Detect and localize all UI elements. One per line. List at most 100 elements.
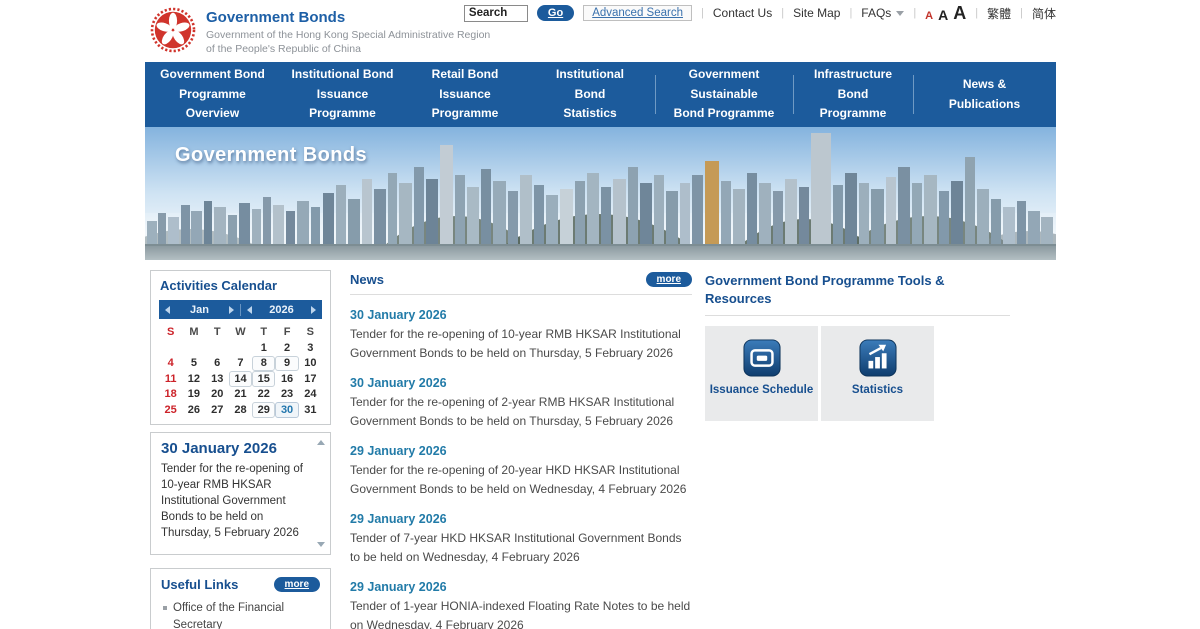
calendar-day-9[interactable]: 9 (275, 356, 298, 372)
weekday-label: W (229, 324, 252, 340)
calendar-day-empty (229, 340, 252, 356)
language-traditional-button[interactable]: 繁體 (987, 5, 1011, 22)
calendar-day-8[interactable]: 8 (252, 356, 275, 372)
news-item-date: 29 January 2026 (350, 444, 692, 458)
calendar-day-23[interactable]: 23 (275, 387, 298, 403)
scroll-up-icon[interactable] (317, 440, 325, 445)
news-item[interactable]: 29 January 2026Tender of 1-year HONIA-in… (350, 580, 692, 629)
calendar-day-27[interactable]: 27 (206, 402, 229, 418)
hero-title: Government Bonds (175, 144, 367, 167)
search-go-button[interactable]: Go (537, 5, 574, 21)
calendar-day-empty (182, 340, 205, 356)
site-subtitle-line2: of the People's Republic of China (206, 43, 490, 57)
nav-item-institutional-bond[interactable]: Institutional Bond Issuance Programme (280, 62, 405, 127)
tile-label: Statistics (852, 384, 903, 396)
calendar-day-25[interactable]: 25 (159, 402, 182, 418)
calendar-day-19[interactable]: 19 (182, 387, 205, 403)
useful-links-more-button[interactable]: more (274, 577, 320, 592)
calendar-day-29[interactable]: 29 (252, 402, 275, 418)
news-header: News more (350, 272, 692, 295)
useful-links-section: Useful Links more Office of the Financia… (150, 568, 331, 629)
language-links: 繁體|简体 (987, 5, 1056, 22)
calendar-day-16[interactable]: 16 (275, 371, 298, 387)
event-date: 30 January 2026 (161, 440, 314, 457)
search-input[interactable] (464, 5, 528, 22)
calendar-day-14[interactable]: 14 (229, 371, 252, 387)
header-links: Contact Us | Site Map | FAQs (713, 6, 904, 20)
calendar-day-13[interactable]: 13 (206, 371, 229, 387)
advanced-search-link[interactable]: Advanced Search (583, 5, 692, 21)
calendar-day-30[interactable]: 30 (275, 402, 298, 418)
header-link-site-map[interactable]: Site Map (793, 6, 840, 20)
calendar-grid: 1234567891011121314151617181920212223242… (159, 340, 322, 418)
useful-links-list: Office of the Financial Secretary (161, 600, 320, 629)
calendar-day-2[interactable]: 2 (275, 340, 298, 356)
useful-links-title: Useful Links (161, 577, 238, 592)
news-item[interactable]: 29 January 2026Tender for the re-opening… (350, 444, 692, 499)
calendar-day-11[interactable]: 11 (159, 371, 182, 387)
news-item[interactable]: 30 January 2026Tender for the re-opening… (350, 376, 692, 431)
nav-item-government[interactable]: Government Sustainable Bond Programme (655, 62, 793, 127)
calendar-day-28[interactable]: 28 (229, 402, 252, 418)
calendar-month: Jan (190, 304, 209, 316)
calendar-day-5[interactable]: 5 (182, 356, 205, 372)
calendar-day-15[interactable]: 15 (252, 371, 275, 387)
news-item-text: Tender of 1-year HONIA-indexed Floating … (350, 597, 692, 629)
nav-item-news[interactable]: News & Publications (913, 62, 1056, 127)
next-month-icon[interactable] (229, 306, 234, 314)
separator: | (781, 7, 784, 19)
calendar-day-3[interactable]: 3 (299, 340, 322, 356)
header-link-faqs[interactable]: FAQs (861, 6, 891, 20)
calendar-day-24[interactable]: 24 (299, 387, 322, 403)
calendar-day-7[interactable]: 7 (229, 356, 252, 372)
site-logo[interactable]: Government Bonds Government of the Hong … (150, 7, 490, 56)
calendar-day-12[interactable]: 12 (182, 371, 205, 387)
prev-month-icon[interactable] (165, 306, 170, 314)
main-nav: Government Bond Programme OverviewInstit… (145, 62, 1056, 127)
useful-link-office-of-the-financial-secretary[interactable]: Office of the Financial Secretary (161, 600, 320, 629)
calendar-day-1[interactable]: 1 (252, 340, 275, 356)
year-nav: 2026 (240, 304, 322, 316)
nav-item-retail-bond[interactable]: Retail Bond Issuance Programme (405, 62, 525, 127)
news-item-text: Tender of 7-year HKD HKSAR Institutional… (350, 529, 692, 567)
font-size-small-button[interactable]: A (925, 11, 933, 22)
scroll-down-icon[interactable] (317, 542, 325, 547)
calendar-day-6[interactable]: 6 (206, 356, 229, 372)
tile-issuance-schedule[interactable]: Issuance Schedule (705, 326, 818, 421)
dropdown-caret-icon[interactable] (896, 11, 904, 16)
calendar-day-31[interactable]: 31 (299, 402, 322, 418)
header-link-contact-us[interactable]: Contact Us (713, 6, 772, 20)
month-nav: Jan (159, 304, 240, 316)
nav-item-infrastructure[interactable]: Infrastructure Bond Programme (793, 62, 913, 127)
calendar-day-18[interactable]: 18 (159, 387, 182, 403)
statistics-icon (859, 339, 897, 377)
calendar-day-17[interactable]: 17 (299, 371, 322, 387)
font-size-large-button[interactable]: A (953, 4, 966, 22)
calendar-day-empty (159, 340, 182, 356)
calendar-day-10[interactable]: 10 (299, 356, 322, 372)
calendar-day-4[interactable]: 4 (159, 356, 182, 372)
nav-item-government-bond[interactable]: Government Bond Programme Overview (145, 62, 280, 127)
calendar-day-21[interactable]: 21 (229, 387, 252, 403)
calendar-weekdays: SMTWTFS (159, 324, 322, 340)
site-title-block: Government Bonds Government of the Hong … (206, 7, 490, 56)
separator: | (849, 7, 852, 19)
news-item[interactable]: 30 January 2026 Tender for the re-opening… (350, 308, 692, 363)
weekday-label: T (252, 324, 275, 340)
calendar-year: 2026 (269, 304, 293, 316)
font-size-medium-button[interactable]: A (938, 8, 948, 22)
calendar-day-22[interactable]: 22 (252, 387, 275, 403)
hero-banner: Government Bonds (145, 127, 1056, 260)
next-year-icon[interactable] (311, 306, 316, 314)
calendar-day-20[interactable]: 20 (206, 387, 229, 403)
news-item-date: 30 January 2026 (350, 308, 692, 322)
news-item-text: Tender for the re-opening of 10-year RMB… (350, 325, 692, 363)
news-list: 30 January 2026 Tender for the re-opening… (350, 308, 692, 629)
tile-statistics[interactable]: Statistics (821, 326, 934, 421)
news-item[interactable]: 29 January 2026Tender of 7-year HKD HKSA… (350, 512, 692, 567)
nav-item-institutional[interactable]: Institutional Bond Statistics (525, 62, 655, 127)
calendar-day-26[interactable]: 26 (182, 402, 205, 418)
prev-year-icon[interactable] (247, 306, 252, 314)
language-simplified-button[interactable]: 简体 (1032, 5, 1056, 22)
news-more-button[interactable]: more (646, 272, 692, 287)
